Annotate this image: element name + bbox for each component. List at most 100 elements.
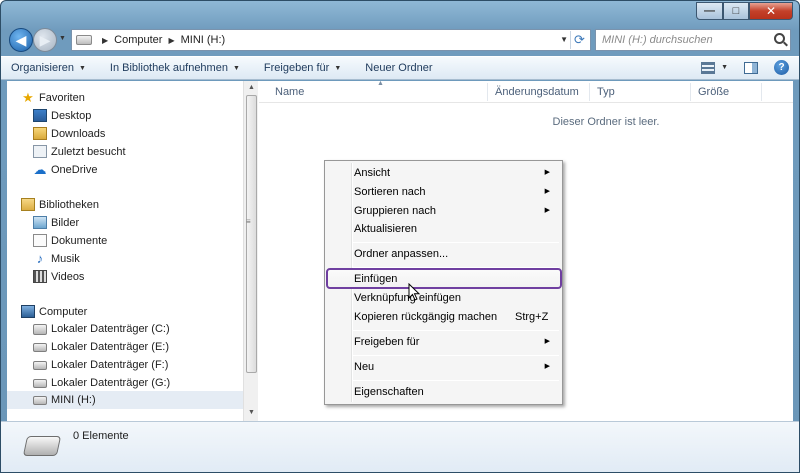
organize-label: Organisieren [11, 62, 74, 74]
menu-item-customize-folder[interactable]: Ordner anpassen... [327, 244, 560, 264]
menu-separator [353, 242, 559, 243]
sidebar-item-drive-g[interactable]: Lokaler Datenträger (G:) [33, 377, 170, 389]
menu-shortcut: Strg+Z [515, 311, 549, 323]
column-divider[interactable] [761, 83, 762, 101]
submenu-arrow-icon: ▶ [544, 188, 550, 195]
sidebar-item-videos[interactable]: Videos [33, 270, 84, 283]
scrollbar-thumb[interactable] [246, 95, 257, 373]
sidebar-item-recent[interactable]: Zuletzt besucht [33, 145, 126, 158]
item-count: 0 Elemente [73, 430, 129, 442]
sidebar-item-drive-f[interactable]: Lokaler Datenträger (F:) [33, 359, 168, 371]
menu-item-undo-copy[interactable]: Kopieren rückgängig machen Strg+Z [327, 307, 560, 327]
forward-button[interactable]: ▶ [33, 28, 57, 52]
minimize-button[interactable]: — [696, 2, 723, 20]
chevron-down-icon[interactable]: ▼ [721, 64, 728, 71]
menu-item-view[interactable]: Ansicht ▶ [327, 163, 560, 183]
menu-item-share-with[interactable]: Freigeben für ▶ [327, 332, 560, 352]
menu-item-label: Aktualisieren [354, 223, 417, 235]
music-note-icon: ♪ [36, 251, 44, 266]
column-name[interactable]: Name [275, 86, 304, 98]
menu-item-label: Gruppieren nach [354, 205, 436, 217]
menu-item-label: Ansicht [354, 167, 391, 179]
menu-item-refresh[interactable]: Aktualisieren [327, 219, 560, 239]
chevron-down-icon: ▼ [232, 64, 240, 72]
sidebar-group-favorites[interactable]: ★ Favoriten [21, 91, 85, 104]
chevron-right-icon[interactable]: ▶ [102, 36, 108, 45]
column-modified[interactable]: Änderungsdatum [495, 86, 579, 98]
sidebar-item-drive-c[interactable]: Lokaler Datenträger (C:) [33, 323, 170, 335]
breadcrumb-mini[interactable]: MINI (H:) [181, 34, 226, 46]
column-divider[interactable] [690, 83, 691, 101]
sidebar-item-pictures[interactable]: Bilder [33, 216, 79, 229]
sidebar-item-label: Musik [51, 252, 80, 265]
menu-item-group-by[interactable]: Gruppieren nach ▶ [327, 201, 560, 221]
include-library-button[interactable]: In Bibliothek aufnehmen ▼ [110, 62, 240, 74]
breadcrumb-computer[interactable]: Computer [114, 34, 162, 46]
navigation-bar: ◀ ▶ ▼ ▶ Computer ▶ MINI (H:) ▼ ⟳ [7, 27, 795, 53]
help-icon[interactable]: ? [774, 60, 789, 75]
film-icon [33, 270, 47, 283]
submenu-arrow-icon: ▶ [544, 169, 550, 176]
menu-item-label: Neu [354, 361, 375, 373]
share-with-button[interactable]: Freigeben für ▼ [264, 62, 341, 74]
chevron-right-icon[interactable]: ▶ [168, 36, 174, 45]
search-input[interactable] [602, 34, 762, 46]
hard-drive-icon [33, 360, 47, 370]
menu-separator [353, 380, 559, 381]
command-bar: Organisieren ▼ In Bibliothek aufnehmen ▼ F… [1, 56, 799, 80]
sidebar-item-label: Videos [51, 270, 85, 283]
preview-pane-icon[interactable] [744, 61, 758, 74]
view-options-icon[interactable] [701, 61, 716, 74]
sidebar-item-label: MINI (H:) [51, 394, 96, 406]
share-with-label: Freigeben für [263, 62, 330, 74]
column-divider[interactable] [589, 83, 590, 101]
sidebar-item-music[interactable]: ♪ Musik [33, 252, 80, 265]
menu-separator [353, 330, 559, 331]
sidebar-item-drive-h[interactable]: MINI (H:) [33, 394, 96, 406]
sidebar-scrollbar[interactable]: ▲ ≡ ▼ [243, 81, 258, 421]
close-button[interactable]: ✕ [749, 2, 793, 20]
sidebar-item-documents[interactable]: Dokumente [33, 234, 107, 247]
sort-ascending-icon: ▲ [377, 80, 384, 87]
chevron-down-icon: ▼ [334, 64, 342, 72]
drive-icon [76, 35, 92, 45]
sidebar-group-libraries[interactable]: Bibliotheken [21, 198, 99, 211]
sidebar-group-label: Bibliotheken [39, 198, 99, 211]
sidebar-item-desktop[interactable]: Desktop [33, 109, 91, 122]
empty-folder-message: Dieser Ordner ist leer. [552, 116, 660, 128]
sidebar-item-label: Downloads [51, 127, 106, 140]
address-dropdown-icon[interactable]: ▼ [560, 35, 568, 44]
menu-item-properties[interactable]: Eigenschaften [327, 382, 560, 402]
sidebar-group-label: Favoriten [39, 91, 85, 104]
address-bar[interactable]: ▶ Computer ▶ MINI (H:) ▼ ⟳ [71, 29, 591, 51]
sidebar-item-onedrive[interactable]: ☁ OneDrive [33, 163, 98, 176]
system-drive-icon [33, 323, 47, 335]
column-type[interactable]: Typ [597, 86, 615, 98]
menu-separator [353, 355, 559, 356]
sidebar-item-label: OneDrive [51, 163, 98, 176]
context-menu: Ansicht ▶ Sortieren nach ▶ Gruppieren na… [324, 160, 563, 405]
organize-button[interactable]: Organisieren ▼ [11, 62, 86, 74]
menu-item-sort-by[interactable]: Sortieren nach ▶ [327, 182, 560, 202]
chevron-down-icon: ▼ [78, 64, 86, 72]
history-dropdown-icon[interactable]: ▼ [59, 35, 66, 42]
sidebar-item-label: Lokaler Datenträger (G:) [51, 377, 171, 389]
column-divider[interactable] [487, 83, 488, 101]
sidebar-group-computer[interactable]: Computer [21, 305, 87, 318]
menu-item-paste-shortcut[interactable]: Verknüpfung einfügen [327, 288, 560, 308]
maximize-button[interactable]: □ [723, 2, 749, 20]
scroll-down-icon[interactable]: ▼ [248, 409, 255, 416]
menu-item-new[interactable]: Neu ▶ [327, 357, 560, 377]
downloads-folder-icon [33, 127, 47, 140]
sidebar-item-drive-e[interactable]: Lokaler Datenträger (E:) [33, 341, 169, 353]
column-size[interactable]: Größe [698, 86, 729, 98]
refresh-icon[interactable]: ⟳ [570, 31, 588, 49]
computer-icon [21, 305, 35, 318]
menu-item-label: Ordner anpassen... [354, 248, 449, 260]
scroll-up-icon[interactable]: ▲ [248, 84, 255, 91]
new-folder-button[interactable]: Neuer Ordner [365, 62, 432, 74]
sidebar-item-downloads[interactable]: Downloads [33, 127, 105, 140]
desktop-icon [33, 109, 47, 122]
back-button[interactable]: ◀ [9, 28, 33, 52]
search-icon[interactable] [774, 33, 785, 44]
